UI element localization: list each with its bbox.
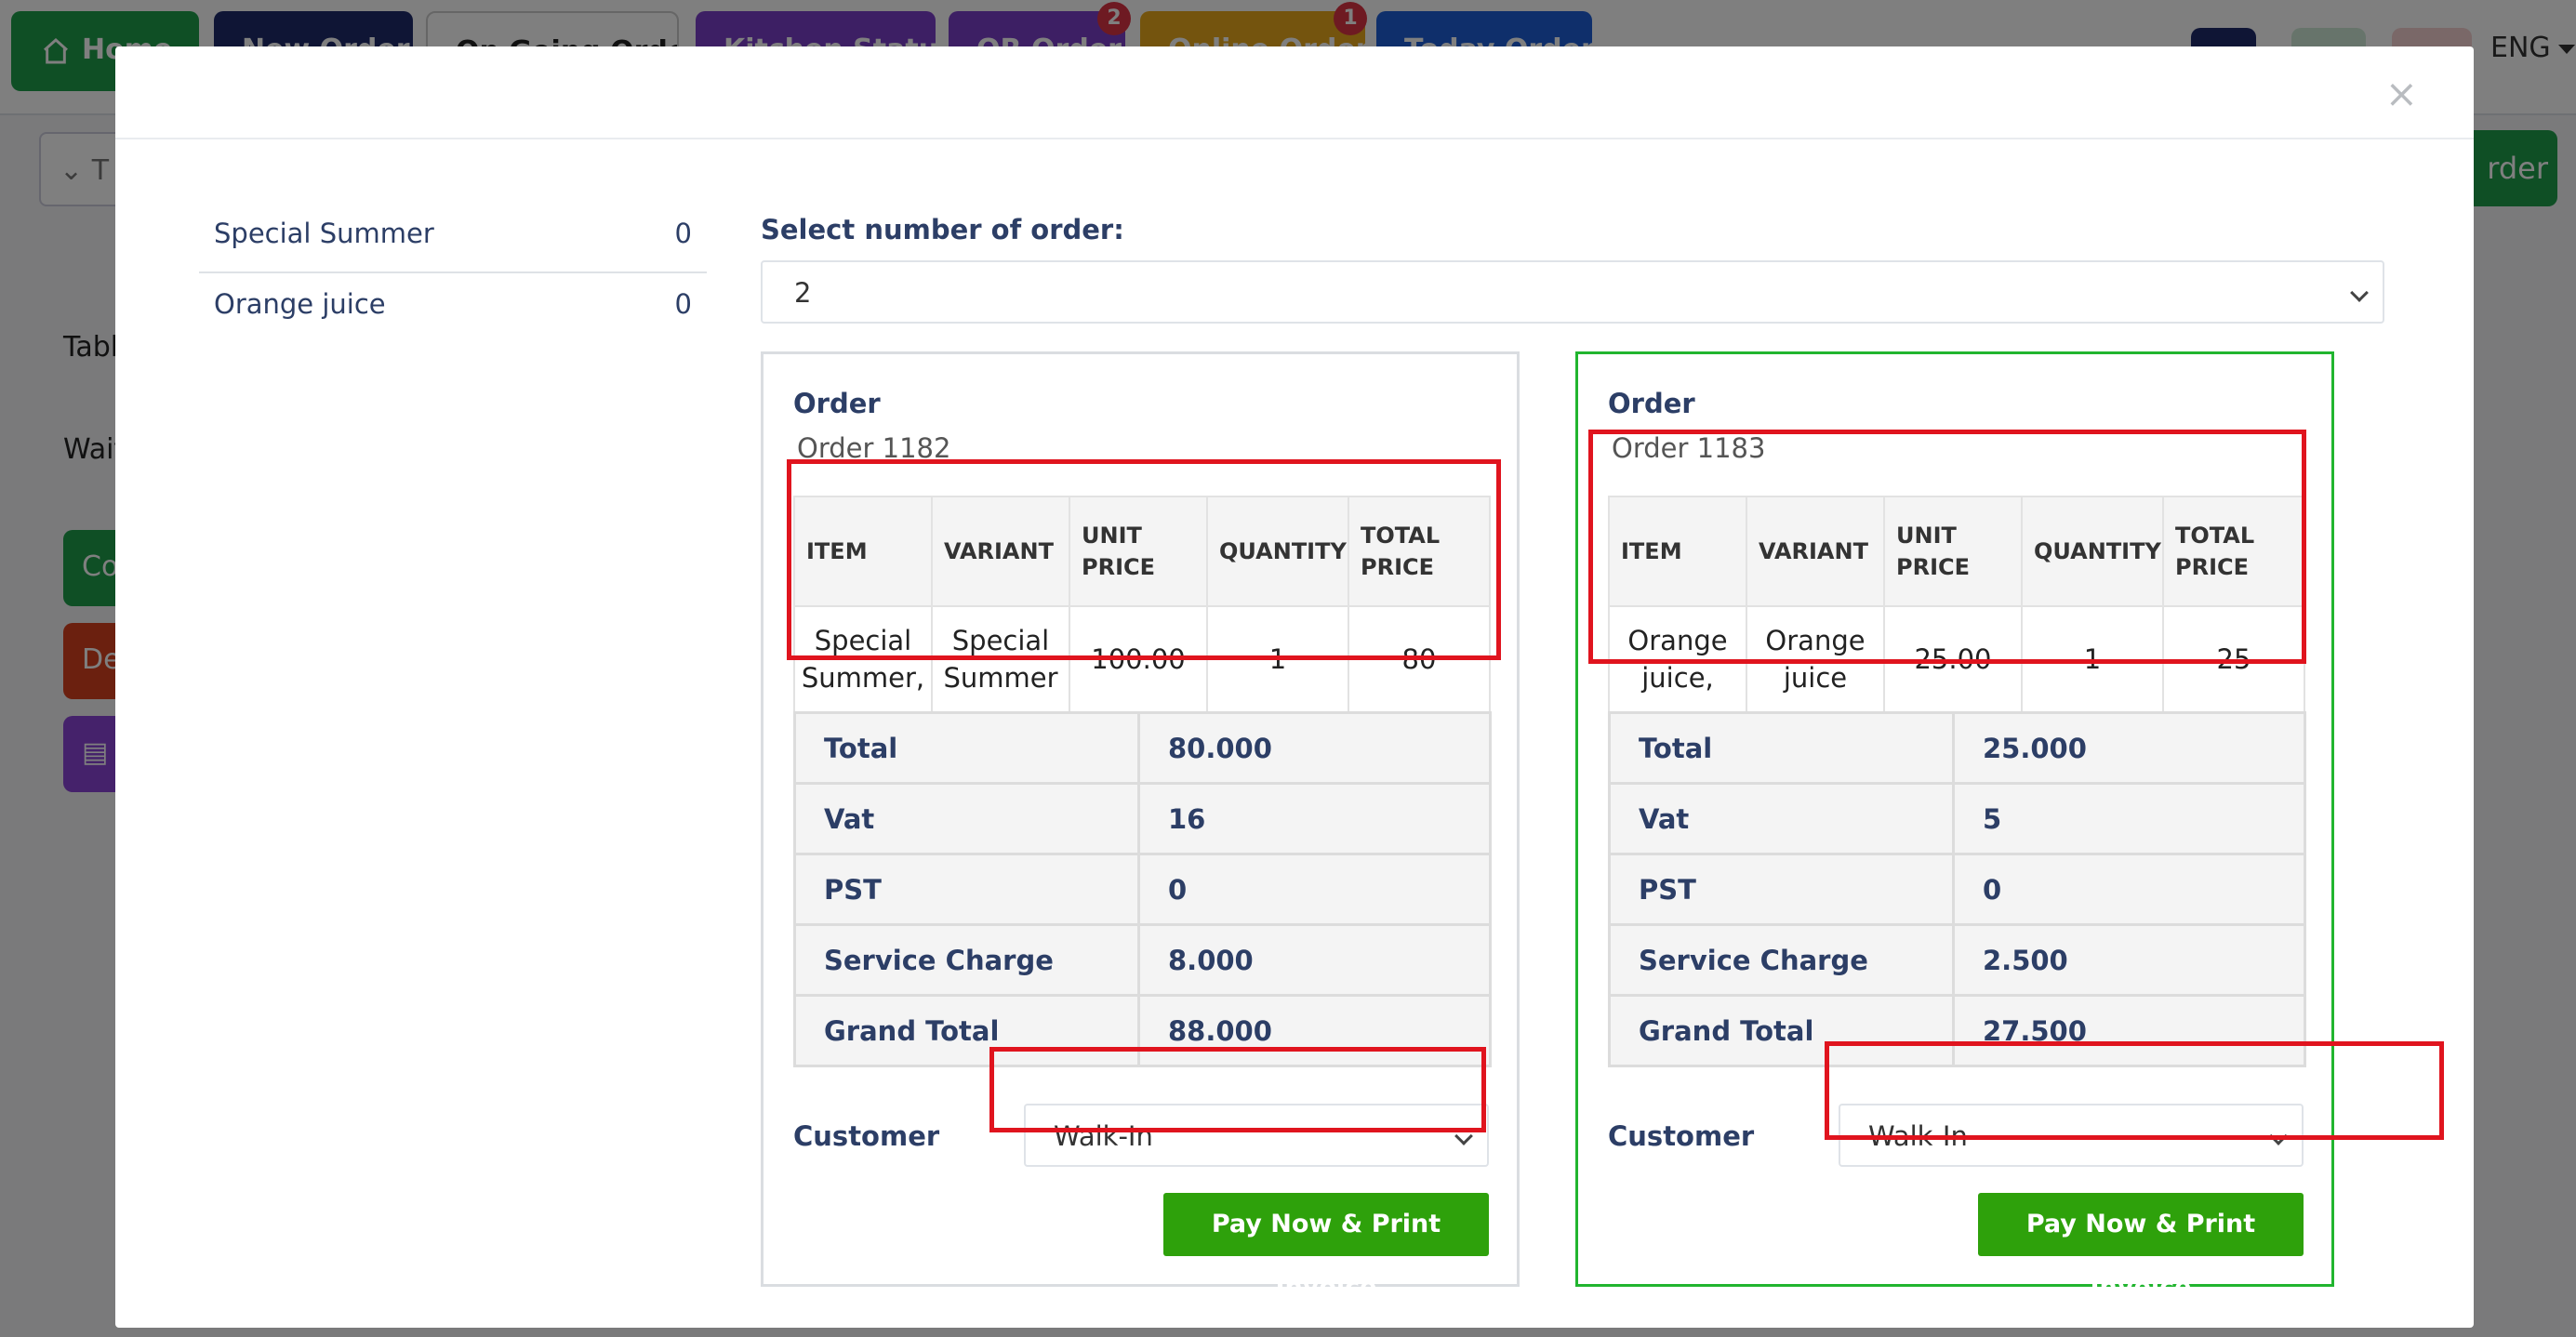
column-header-item: ITEM (1608, 496, 1747, 607)
order-card-1183[interactable]: Order Order 1183 ITEM VARIANT UNIT PRICE… (1575, 351, 2334, 1302)
vat-row: Vat 5 (1608, 782, 2306, 855)
service-charge-row: Service Charge 2.500 (1608, 923, 2306, 997)
column-header-total-price: TOTAL PRICE (2162, 496, 2305, 607)
order-number: Order 1182 (797, 432, 951, 464)
item-count: 0 (674, 288, 692, 320)
grand-total-value: 88.000 (1137, 994, 1492, 1067)
service-charge-label: Service Charge (793, 923, 1140, 997)
cell-variant: Orange juice (1746, 605, 1885, 713)
customer-select[interactable]: Walk-In (1024, 1104, 1489, 1167)
column-header-quantity: QUANTITY (2021, 496, 2164, 607)
order-card-1182[interactable]: Order Order 1182 ITEM VARIANT UNIT PRICE… (761, 351, 1520, 1302)
customer-value: Walk-In (1868, 1120, 1968, 1152)
modal-header: × (115, 46, 2474, 139)
vat-row: Vat 16 (793, 782, 1492, 855)
grand-total-label: Grand Total (1608, 994, 1955, 1067)
list-item[interactable]: Orange juice 0 (199, 273, 707, 344)
order-count-select[interactable]: 2 (761, 260, 2384, 324)
item-name: Special Summer (214, 218, 434, 249)
total-row: Total 25.000 (1608, 711, 2306, 785)
chevron-down-icon (1454, 1127, 1473, 1145)
order-totals-table: Total 25.000 Vat 5 PST 0 Service Charge 2.50… (1608, 711, 2306, 1067)
cell-item: Special Summer, (793, 605, 933, 713)
item-count: 0 (674, 218, 692, 249)
vat-value: 16 (1137, 782, 1492, 855)
cell-total-price: 80 (1348, 605, 1491, 713)
split-order-modal: × Special Summer 0 Orange juice 0 Select… (115, 46, 2474, 1328)
cell-unit-price: 25.00 (1883, 605, 2023, 713)
chevron-down-icon (2350, 284, 2369, 302)
grand-total-value: 27.500 (1952, 994, 2306, 1067)
vat-label: Vat (1608, 782, 1955, 855)
grand-total-row: Grand Total 27.500 (1608, 994, 2306, 1067)
customer-label: Customer (1608, 1120, 1755, 1152)
cell-quantity: 1 (2021, 605, 2164, 713)
pst-row: PST 0 (1608, 853, 2306, 926)
column-header-total-price: TOTAL PRICE (1348, 496, 1491, 607)
table-header-row: ITEM VARIANT UNIT PRICE QUANTITY TOTAL P… (793, 496, 1491, 607)
pst-label: PST (793, 853, 1140, 926)
cell-quantity: 1 (1206, 605, 1349, 713)
order-title: Order (1608, 388, 1695, 419)
total-value: 80.000 (1137, 711, 1492, 785)
pay-now-print-invoice-button[interactable]: Pay Now & Print Invoice (1163, 1193, 1489, 1302)
service-charge-label: Service Charge (1608, 923, 1955, 997)
pay-now-print-invoice-button[interactable]: Pay Now & Print Invoice (1978, 1193, 2304, 1302)
order-totals-table: Total 80.000 Vat 16 PST 0 Service Charge 8.0… (793, 711, 1492, 1067)
total-label: Total (1608, 711, 1955, 785)
vat-value: 5 (1952, 782, 2306, 855)
list-item[interactable]: Special Summer 0 (199, 203, 707, 273)
service-charge-row: Service Charge 8.000 (793, 923, 1492, 997)
cell-unit-price: 100.00 (1069, 605, 1208, 713)
vat-label: Vat (793, 782, 1140, 855)
order-items-table: ITEM VARIANT UNIT PRICE QUANTITY TOTAL P… (793, 496, 1491, 713)
pst-value: 0 (1952, 853, 2306, 926)
column-header-variant: VARIANT (931, 496, 1070, 607)
service-charge-value: 8.000 (1137, 923, 1492, 997)
order-number: Order 1183 (1612, 432, 1766, 464)
cell-total-price: 25 (2162, 605, 2305, 713)
total-label: Total (793, 711, 1140, 785)
column-header-item: ITEM (793, 496, 933, 607)
order-count-label: Select number of order: (761, 214, 1124, 245)
column-header-unit-price: UNIT PRICE (1883, 496, 2023, 607)
item-list: Special Summer 0 Orange juice 0 (199, 203, 707, 344)
grand-total-label: Grand Total (793, 994, 1140, 1067)
customer-value: Walk-In (1054, 1120, 1153, 1152)
close-icon[interactable]: × (2385, 71, 2418, 116)
order-count-value: 2 (794, 277, 812, 309)
grand-total-row: Grand Total 88.000 (793, 994, 1492, 1067)
table-row: Special Summer, Special Summer 100.00 1 … (793, 605, 1491, 713)
table-row: Orange juice, Orange juice 25.00 1 25 (1608, 605, 2305, 713)
customer-label: Customer (793, 1120, 940, 1152)
pst-label: PST (1608, 853, 1955, 926)
total-value: 25.000 (1952, 711, 2306, 785)
column-header-quantity: QUANTITY (1206, 496, 1349, 607)
pst-value: 0 (1137, 853, 1492, 926)
customer-select[interactable]: Walk-In (1839, 1104, 2304, 1167)
column-header-variant: VARIANT (1746, 496, 1885, 607)
cell-variant: Special Summer (931, 605, 1070, 713)
item-name: Orange juice (214, 288, 386, 320)
order-title: Order (793, 388, 881, 419)
chevron-down-icon (2269, 1127, 2288, 1145)
table-header-row: ITEM VARIANT UNIT PRICE QUANTITY TOTAL P… (1608, 496, 2305, 607)
cell-item: Orange juice, (1608, 605, 1747, 713)
order-items-table: ITEM VARIANT UNIT PRICE QUANTITY TOTAL P… (1608, 496, 2305, 713)
service-charge-value: 2.500 (1952, 923, 2306, 997)
column-header-unit-price: UNIT PRICE (1069, 496, 1208, 607)
pst-row: PST 0 (793, 853, 1492, 926)
total-row: Total 80.000 (793, 711, 1492, 785)
